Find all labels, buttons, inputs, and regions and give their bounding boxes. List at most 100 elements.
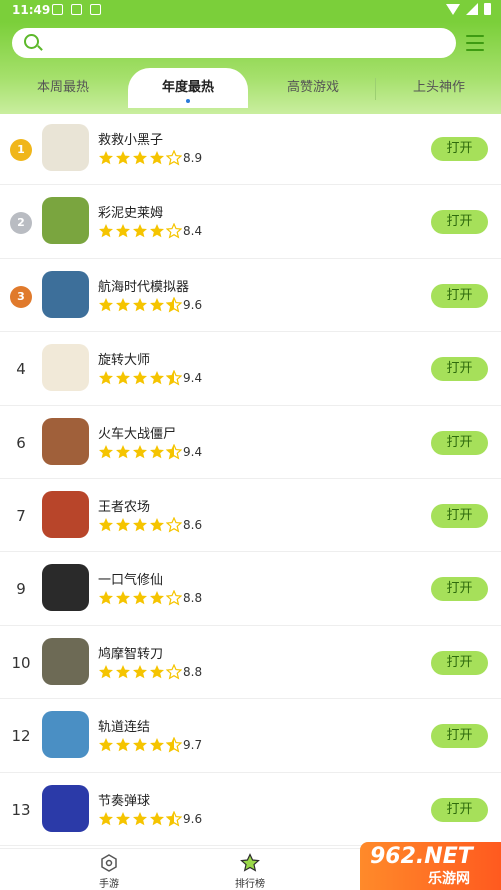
star-icon bbox=[149, 590, 165, 606]
star-icon bbox=[98, 590, 114, 606]
open-button[interactable]: 打开 bbox=[431, 650, 488, 675]
open-button[interactable]: 打开 bbox=[431, 724, 488, 749]
rating-score: 8.8 bbox=[183, 664, 203, 679]
rating-score: 8.4 bbox=[183, 224, 203, 239]
medal-icon: 3 bbox=[10, 285, 32, 308]
game-name: 节奏弹球 bbox=[98, 793, 151, 809]
nav-games[interactable]: 手游 bbox=[74, 853, 144, 890]
game-icon[interactable] bbox=[42, 124, 89, 171]
star-icon bbox=[166, 223, 182, 239]
rating-score: 9.6 bbox=[183, 297, 203, 312]
star-icon bbox=[149, 297, 165, 313]
list-item[interactable]: 7 王者农场 8.6 打开 bbox=[0, 479, 501, 553]
list-item[interactable]: 2 彩泥史莱姆 8.4 打开 bbox=[0, 185, 501, 259]
open-button[interactable]: 打开 bbox=[431, 797, 488, 822]
tab-addictive[interactable]: 上头神作 bbox=[384, 68, 494, 108]
list-item[interactable]: 10 鸠摩智转刀 8.8 打开 bbox=[0, 626, 501, 700]
game-name: 火车大战僵尸 bbox=[98, 426, 177, 442]
rank-number: 13 bbox=[11, 800, 31, 819]
star-icon bbox=[149, 664, 165, 680]
star-icon bbox=[240, 853, 260, 872]
game-icon[interactable] bbox=[42, 270, 89, 318]
rank-number: 10 bbox=[11, 653, 31, 672]
game-icon[interactable] bbox=[42, 564, 89, 612]
star-icon bbox=[132, 664, 148, 680]
list-item[interactable]: 4 旋转大师 9.4 打开 bbox=[0, 332, 501, 406]
star-icon bbox=[149, 517, 165, 533]
game-name: 旋转大师 bbox=[98, 353, 151, 369]
game-icon[interactable] bbox=[42, 490, 89, 538]
open-button[interactable]: 打开 bbox=[431, 283, 488, 308]
rating-stars bbox=[98, 443, 183, 460]
tab-yearly-hot[interactable]: 年度最热 bbox=[128, 68, 248, 108]
signal-icon bbox=[466, 3, 478, 15]
star-icon bbox=[98, 811, 114, 827]
rating-stars bbox=[98, 516, 183, 533]
search-input[interactable] bbox=[50, 32, 440, 54]
star-icon bbox=[98, 370, 114, 386]
open-button[interactable]: 打开 bbox=[431, 577, 488, 602]
rating-score: 9.6 bbox=[183, 811, 203, 826]
star-icon bbox=[132, 150, 148, 166]
star-icon bbox=[132, 590, 148, 606]
game-name: 鸠摩智转刀 bbox=[98, 646, 164, 662]
medal-icon: 2 bbox=[10, 212, 32, 235]
star-icon bbox=[115, 590, 131, 606]
star-icon bbox=[166, 370, 182, 386]
star-icon bbox=[149, 223, 165, 239]
rating-stars bbox=[98, 150, 183, 166]
star-icon bbox=[115, 444, 131, 460]
list-item[interactable]: 9 一口气修仙 8.8 打开 bbox=[0, 552, 501, 626]
star-icon bbox=[166, 516, 182, 533]
rating-stars bbox=[98, 737, 183, 753]
tab-top-rated[interactable]: 高赞游戏 bbox=[258, 68, 368, 108]
rating-score: 9.4 bbox=[183, 444, 203, 459]
game-name: 航海时代模拟器 bbox=[98, 279, 190, 295]
ranking-list: 1 救救小黑子 8.9 打开 2 彩泥史莱姆 8.4 打开 3 航海时代模拟器 9.6 打开 4 旋转大师… bbox=[0, 112, 501, 846]
star-icon bbox=[132, 297, 148, 313]
game-icon[interactable] bbox=[42, 417, 89, 465]
star-icon bbox=[115, 297, 131, 313]
star-icon bbox=[115, 223, 131, 239]
rank-number: 6 bbox=[16, 433, 26, 452]
game-name: 救救小黑子 bbox=[98, 133, 164, 148]
tab-label: 年度最热 bbox=[161, 80, 214, 95]
open-button[interactable]: 打开 bbox=[431, 357, 488, 382]
list-item[interactable]: 12 轨道连结 9.7 打开 bbox=[0, 699, 501, 773]
tab-weekly-hot[interactable]: 本周最热 bbox=[8, 68, 118, 108]
open-button[interactable]: 打开 bbox=[431, 137, 488, 161]
list-item[interactable]: 13 节奏弹球 9.6 打开 bbox=[0, 773, 501, 846]
star-icon bbox=[149, 811, 165, 827]
nav-ranking[interactable]: 排行榜 bbox=[215, 853, 285, 890]
rating-stars bbox=[98, 370, 183, 386]
list-item[interactable]: 1 救救小黑子 8.9 打开 bbox=[0, 112, 501, 186]
rank-number: 9 bbox=[16, 580, 26, 599]
star-icon bbox=[132, 811, 148, 827]
search-bar[interactable] bbox=[12, 28, 456, 58]
menu-icon[interactable] bbox=[466, 35, 484, 51]
game-icon[interactable] bbox=[42, 711, 89, 759]
system-icons bbox=[446, 3, 491, 15]
nav-label: 手游 bbox=[99, 879, 119, 890]
game-icon[interactable] bbox=[42, 197, 89, 245]
watermark-sub: 乐游网 bbox=[428, 871, 470, 887]
open-button[interactable]: 打开 bbox=[431, 430, 488, 455]
list-item[interactable]: 3 航海时代模拟器 9.6 打开 bbox=[0, 259, 501, 333]
open-button[interactable]: 打开 bbox=[431, 503, 488, 528]
rating-score: 8.6 bbox=[183, 517, 203, 532]
star-icon bbox=[166, 296, 182, 313]
star-icon bbox=[149, 444, 165, 460]
star-icon bbox=[98, 737, 114, 753]
gamepad-icon bbox=[101, 854, 117, 872]
game-icon[interactable] bbox=[42, 637, 89, 685]
star-icon bbox=[166, 663, 182, 680]
game-icon[interactable] bbox=[42, 344, 89, 392]
game-name: 一口气修仙 bbox=[98, 573, 164, 589]
battery-icon bbox=[484, 3, 491, 15]
rating-stars bbox=[98, 590, 183, 606]
list-item[interactable]: 6 火车大战僵尸 9.4 打开 bbox=[0, 406, 501, 479]
medal-icon: 1 bbox=[10, 139, 32, 161]
star-icon bbox=[149, 737, 165, 753]
game-icon[interactable] bbox=[42, 784, 89, 832]
open-button[interactable]: 打开 bbox=[431, 210, 488, 235]
